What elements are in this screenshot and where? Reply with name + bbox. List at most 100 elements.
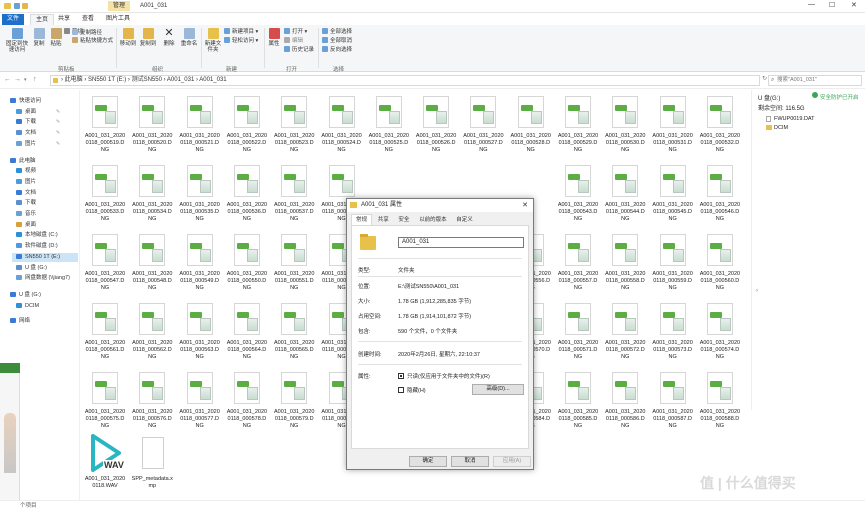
- cancel-button[interactable]: 取消: [451, 456, 489, 467]
- nav-item[interactable]: 图片 ✎: [16, 140, 60, 149]
- detail-item[interactable]: FWUP0019.DAT: [774, 116, 815, 122]
- file-item[interactable]: SPP_metadata.x mp: [128, 433, 176, 500]
- nav-item[interactable]: 文档 ✎: [16, 129, 60, 138]
- file-item[interactable]: A001_031_2020 0118_000523.D NG: [270, 90, 318, 160]
- file-item[interactable]: A001_031_2020 0118_000563.D NG: [176, 297, 224, 367]
- pin-quick-access-button[interactable]: 固定到快速访问: [4, 28, 30, 53]
- file-item[interactable]: A001_031_2020 0118_000547.D NG: [81, 228, 129, 298]
- edit-command[interactable]: 编辑: [284, 37, 303, 45]
- file-item[interactable]: A001_031_2020 0118_000573.D NG: [649, 297, 697, 367]
- file-item[interactable]: A001_031_2020 0118_000529.D NG: [554, 90, 602, 160]
- properties-button[interactable]: 属性: [267, 28, 281, 47]
- forward-arrow-icon[interactable]: →: [14, 76, 21, 83]
- rename-button[interactable]: 重命名: [180, 28, 198, 47]
- file-item[interactable]: A001_031_2020 0118_000530.D NG: [601, 90, 649, 160]
- nav-item[interactable]: 图片: [16, 178, 36, 187]
- file-item[interactable]: A001_031_2020 0118_000586.D NG: [601, 366, 649, 436]
- file-item[interactable]: WAV A001_031_2020 0118.WAV: [81, 433, 129, 500]
- ok-button[interactable]: 确定: [409, 456, 447, 467]
- select-all-command[interactable]: 全部选择: [322, 28, 352, 36]
- history-command[interactable]: 历史记录: [284, 46, 314, 54]
- copy-path-command[interactable]: 复制路径: [72, 29, 102, 37]
- search-input[interactable]: ⌕ 搜索"A001_031": [768, 75, 862, 86]
- file-item[interactable]: A001_031_2020 0118_000533.D NG: [81, 159, 129, 229]
- nav-item[interactable]: 网络: [10, 317, 30, 326]
- nav-item[interactable]: 视频: [16, 167, 36, 176]
- file-item[interactable]: A001_031_2020 0118_000521.D NG: [176, 90, 224, 160]
- file-item[interactable]: A001_031_2020 0118_000557.D NG: [554, 228, 602, 298]
- up-arrow-icon[interactable]: ↑: [33, 76, 37, 83]
- file-item[interactable]: A001_031_2020 0118_000578.D NG: [223, 366, 271, 436]
- file-item[interactable]: A001_031_2020 0118_000587.D NG: [649, 366, 697, 436]
- file-item[interactable]: A001_031_2020 0118_000535.D NG: [176, 159, 224, 229]
- minimize-button[interactable]: —: [808, 1, 815, 8]
- select-none-command[interactable]: 全部取消: [322, 37, 352, 45]
- nav-item[interactable]: SN550 1T (E:): [12, 252, 78, 262]
- tab-share[interactable]: 共享: [53, 14, 75, 25]
- context-tab-manage[interactable]: 管理: [108, 1, 131, 11]
- easy-access-command[interactable]: 轻松访问 ▾: [224, 37, 258, 45]
- open-command[interactable]: 打开 ▾: [284, 28, 307, 36]
- security-link[interactable]: 安全防护已开启: [820, 93, 859, 101]
- file-item[interactable]: A001_031_2020 0118_000546.D NG: [696, 159, 743, 229]
- file-item[interactable]: A001_031_2020 0118_000572.D NG: [601, 297, 649, 367]
- file-item[interactable]: A001_031_2020 0118_000532.D NG: [696, 90, 743, 160]
- copy-to-button[interactable]: 复制到: [139, 28, 157, 47]
- new-folder-button[interactable]: 新建文件夹: [204, 28, 222, 53]
- delete-button[interactable]: ✕ 删除: [161, 28, 177, 48]
- tab-file[interactable]: 文件: [2, 14, 25, 25]
- nav-item[interactable]: 音乐: [16, 210, 36, 219]
- close-icon[interactable]: ✕: [522, 199, 528, 212]
- refresh-icon[interactable]: ↻: [762, 75, 767, 82]
- file-item[interactable]: A001_031_2020 0118_000531.D NG: [649, 90, 697, 160]
- file-item[interactable]: A001_031_2020 0118_000565.D NG: [270, 297, 318, 367]
- file-item[interactable]: A001_031_2020 0118_000526.D NG: [412, 90, 460, 160]
- properties-quick-icon[interactable]: [14, 3, 20, 9]
- file-item[interactable]: A001_031_2020 0118_000576.D NG: [128, 366, 176, 436]
- file-item[interactable]: A001_031_2020 0118_000571.D NG: [554, 297, 602, 367]
- advanced-button[interactable]: 高级(D)...: [472, 384, 524, 395]
- paste-shortcut-command[interactable]: 粘贴快捷方式: [72, 37, 113, 45]
- invert-selection-command[interactable]: 反向选择: [322, 46, 352, 54]
- recent-chevron-icon[interactable]: ▾: [24, 77, 27, 83]
- file-item[interactable]: A001_031_2020 0118_000561.D NG: [81, 297, 129, 367]
- apply-button[interactable]: 应用(A): [493, 456, 531, 467]
- file-item[interactable]: A001_031_2020 0118_000549.D NG: [176, 228, 224, 298]
- file-item[interactable]: A001_031_2020 0118_000525.D NG: [365, 90, 413, 160]
- folder-name-input[interactable]: A001_031: [398, 237, 524, 248]
- file-item[interactable]: A001_031_2020 0118_000536.D NG: [223, 159, 271, 229]
- nav-item[interactable]: U 盘 (G:): [16, 264, 47, 273]
- paste-button[interactable]: 粘贴: [49, 28, 63, 47]
- nav-item[interactable]: DCIM: [16, 302, 39, 311]
- file-item[interactable]: A001_031_2020 0118_000537.D NG: [270, 159, 318, 229]
- readonly-checkbox[interactable]: 只读(仅应用于文件夹中的文件)(R): [398, 372, 490, 380]
- maximize-button[interactable]: ☐: [829, 1, 835, 9]
- nav-item[interactable]: 软件磁盘 (D:): [16, 242, 58, 251]
- copy-button[interactable]: 复制: [32, 28, 46, 47]
- file-item[interactable]: A001_031_2020 0118_000551.D NG: [270, 228, 318, 298]
- file-item[interactable]: A001_031_2020 0118_000543.D NG: [554, 159, 602, 229]
- tab-view[interactable]: 查看: [77, 14, 99, 25]
- new-item-command[interactable]: 新建项目 ▾: [224, 28, 258, 36]
- file-item[interactable]: A001_031_2020 0118_000558.D NG: [601, 228, 649, 298]
- file-item[interactable]: A001_031_2020 0118_000528.D NG: [507, 90, 555, 160]
- nav-item[interactable]: 桌面 ✎: [16, 108, 60, 117]
- nav-item[interactable]: U 盘 (G:): [10, 291, 41, 300]
- new-folder-quick-icon[interactable]: [22, 3, 28, 9]
- tab-general[interactable]: 常规: [351, 214, 373, 225]
- nav-item[interactable]: 下载 ✎: [16, 118, 60, 127]
- nav-item[interactable]: 下载: [16, 199, 36, 208]
- file-item[interactable]: A001_031_2020 0118_000575.D NG: [81, 366, 129, 436]
- file-item[interactable]: A001_031_2020 0118_000588.D NG: [696, 366, 743, 436]
- nav-item[interactable]: 文档: [16, 189, 36, 198]
- file-item[interactable]: A001_031_2020 0118_000564.D NG: [223, 297, 271, 367]
- close-button[interactable]: ✕: [851, 1, 857, 9]
- back-arrow-icon[interactable]: ←: [4, 76, 11, 83]
- address-bar[interactable]: › 此电脑 › SN550 1T (E:) › 测试SN550 › A001_0…: [50, 75, 760, 86]
- file-item[interactable]: A001_031_2020 0118_000524.D NG: [318, 90, 366, 160]
- file-item[interactable]: A001_031_2020 0118_000520.D NG: [128, 90, 176, 160]
- file-item[interactable]: A001_031_2020 0118_000544.D NG: [601, 159, 649, 229]
- nav-item[interactable]: 快速访问: [10, 97, 41, 106]
- hidden-checkbox[interactable]: 隐藏(H): [398, 386, 426, 394]
- nav-item[interactable]: 本地磁盘 (C:): [16, 231, 58, 240]
